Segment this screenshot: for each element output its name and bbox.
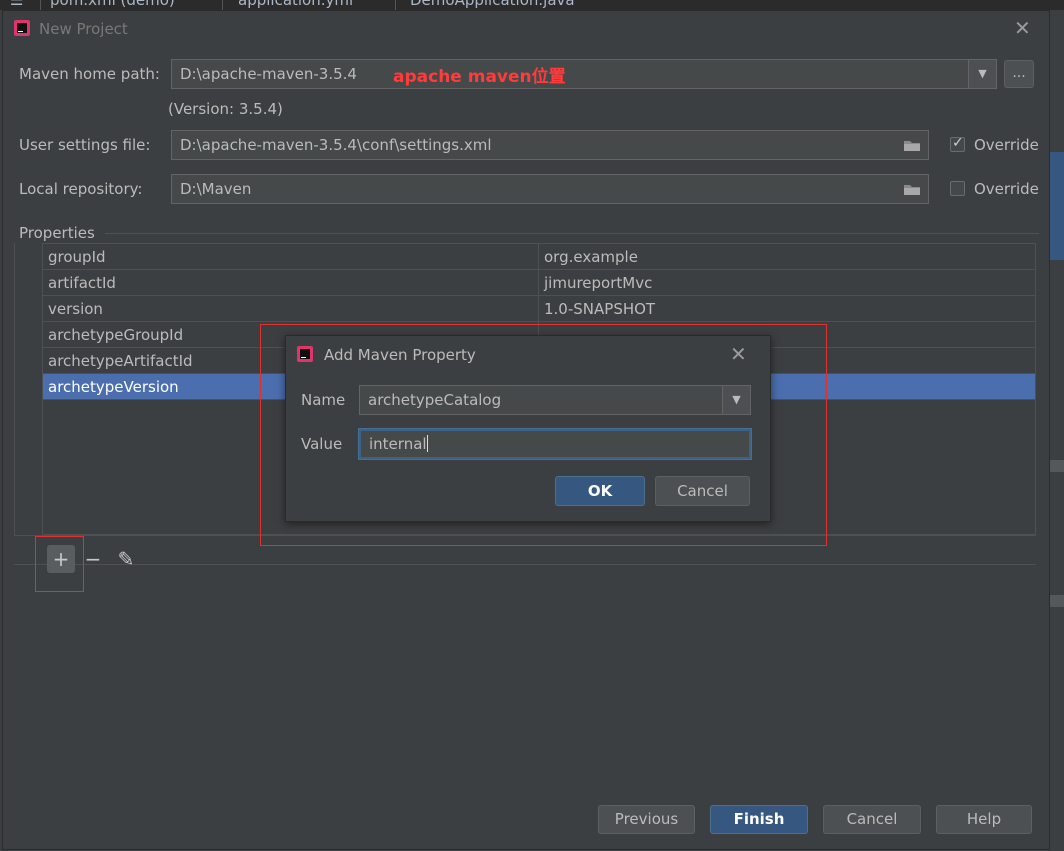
property-key: version [48, 300, 103, 318]
user-settings-override-checkbox[interactable] [950, 135, 965, 152]
maven-home-combo[interactable]: D:\apache-maven-3.5.4 [171, 59, 969, 89]
hamburger-icon[interactable]: ☰ [10, 0, 23, 9]
properties-section-label: Properties [19, 224, 95, 242]
user-settings-override-label: Override [974, 136, 1039, 154]
table-gutter [14, 243, 43, 535]
value-input[interactable]: internal [359, 429, 751, 459]
property-value: jimureportMvc [544, 274, 653, 292]
toolbar-divider [14, 564, 1036, 565]
text-caret [426, 435, 428, 452]
minus-icon: − [84, 547, 102, 571]
name-dropdown-button[interactable]: ▼ [722, 385, 751, 415]
add-maven-property-dialog: Add Maven Property ✕ Name archetypeCatal… [285, 335, 771, 522]
maven-version-text: (Version: 3.5.4) [168, 100, 283, 118]
chevron-down-icon: ▼ [978, 67, 987, 80]
remove-property-button[interactable]: − [79, 545, 107, 573]
cancel-button[interactable]: Cancel [823, 805, 921, 834]
close-icon[interactable]: ✕ [1014, 16, 1031, 40]
value-text: internal [369, 435, 427, 453]
local-repo-label: Local repository: [19, 180, 143, 198]
table-row[interactable]: artifactId jimureportMvc [43, 270, 1035, 296]
section-divider [105, 233, 1039, 234]
local-repo-field[interactable]: D:\Maven [171, 174, 929, 204]
window-title: New Project [39, 20, 128, 38]
property-key: artifactId [48, 274, 116, 292]
name-value: archetypeCatalog [368, 391, 502, 409]
edit-property-button[interactable]: ✎ [112, 545, 140, 573]
ide-tab-strip: ☰ pom.xml (demo) application.yml DemoApp… [0, 0, 1064, 10]
pencil-icon: ✎ [117, 547, 135, 571]
add-property-button[interactable]: + [47, 545, 75, 573]
folder-icon[interactable] [903, 139, 921, 152]
finish-button[interactable]: Finish [710, 805, 808, 834]
user-settings-label: User settings file: [19, 136, 151, 154]
plus-icon: + [52, 547, 70, 571]
property-value: org.example [544, 248, 638, 266]
property-key: archetypeVersion [48, 378, 179, 396]
intellij-logo-icon [297, 346, 313, 362]
ide-marker [1050, 460, 1064, 472]
maven-home-value: D:\apache-maven-3.5.4 [180, 65, 357, 83]
name-label: Name [301, 391, 346, 409]
chevron-down-icon: ▼ [732, 393, 741, 406]
user-settings-field[interactable]: D:\apache-maven-3.5.4\conf\settings.xml [171, 130, 929, 160]
previous-button[interactable]: Previous [598, 805, 695, 834]
ide-right-edge [1050, 10, 1064, 851]
ide-selection-strip [1050, 152, 1064, 260]
ide-marker [1050, 595, 1064, 607]
intellij-logo-icon [14, 20, 30, 36]
ide-tab-pom[interactable]: pom.xml (demo) [50, 0, 175, 9]
local-repo-override-label: Override [974, 180, 1039, 198]
table-row[interactable]: groupId org.example [43, 244, 1035, 270]
property-key: groupId [48, 248, 106, 266]
dialog-title: Add Maven Property [324, 346, 476, 364]
help-button[interactable]: Help [936, 805, 1032, 834]
property-key: archetypeGroupId [48, 326, 184, 344]
name-combo[interactable]: archetypeCatalog [359, 385, 723, 415]
dialog-close-icon[interactable]: ✕ [730, 342, 747, 366]
local-repo-value: D:\Maven [180, 180, 252, 198]
ok-button[interactable]: OK [555, 476, 645, 506]
user-settings-value: D:\apache-maven-3.5.4\conf\settings.xml [180, 136, 492, 154]
local-repo-override-checkbox[interactable] [950, 181, 965, 196]
maven-home-dropdown-button[interactable]: ▼ [968, 59, 997, 89]
property-value: 1.0-SNAPSHOT [544, 300, 656, 318]
browse-button[interactable]: ... [1004, 60, 1034, 88]
maven-home-annotation: apache maven位置 [393, 67, 566, 87]
maven-home-label: Maven home path: [19, 65, 160, 83]
folder-icon[interactable] [903, 183, 921, 196]
property-key: archetypeArtifactId [48, 352, 193, 370]
ide-tab-demoapplication[interactable]: DemoApplication.java [410, 0, 575, 9]
table-row[interactable]: version 1.0-SNAPSHOT [43, 296, 1035, 322]
ide-tab-application-yml[interactable]: application.yml [238, 0, 353, 9]
value-label: Value [301, 435, 343, 453]
dialog-cancel-button[interactable]: Cancel [655, 476, 750, 506]
